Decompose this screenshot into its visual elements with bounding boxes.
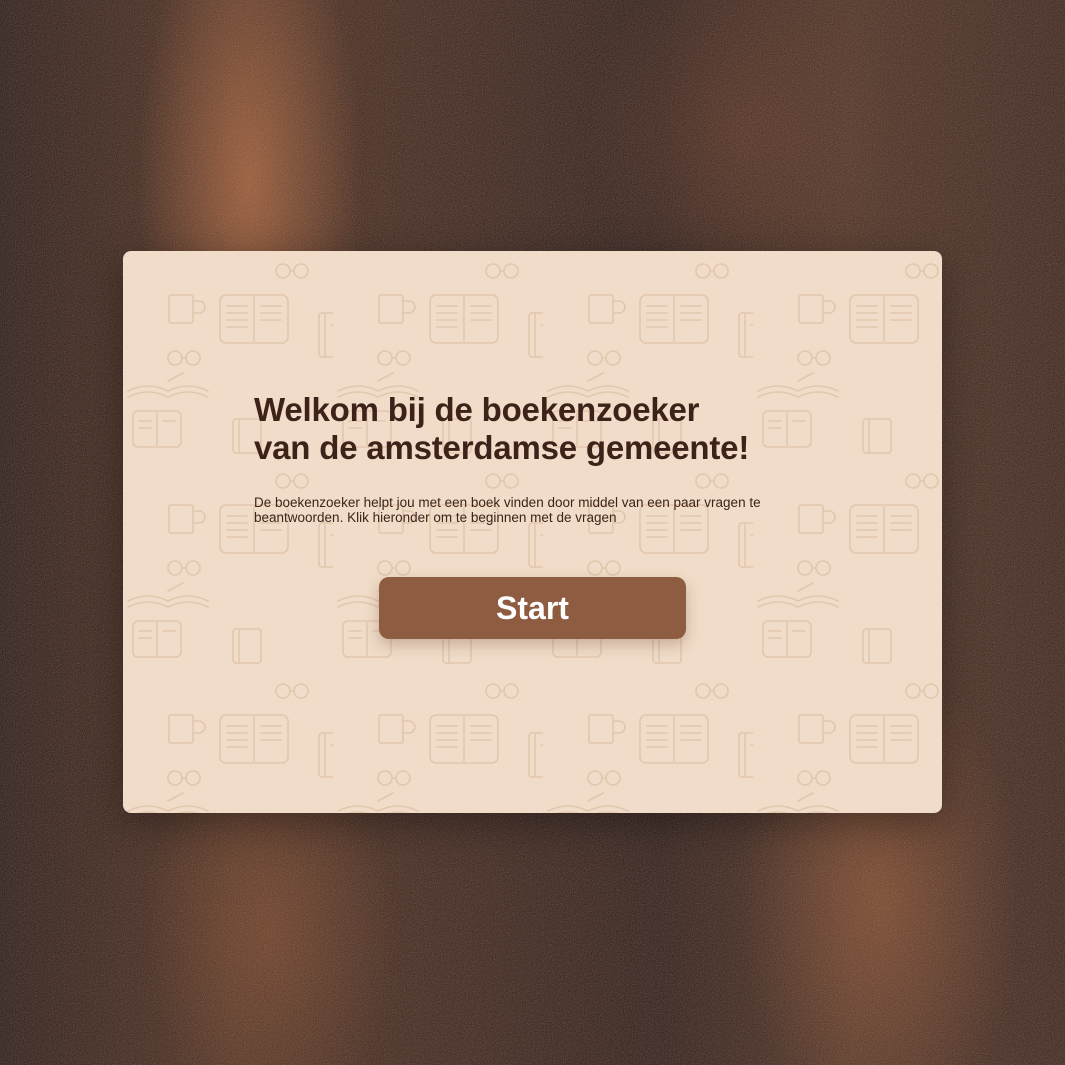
welcome-title-line-1: Welkom bij de boekenzoeker: [254, 391, 700, 428]
book-pattern-background: [123, 251, 942, 813]
welcome-card: Welkom bij de boekenzoeker van de amster…: [123, 251, 942, 813]
welcome-content: Welkom bij de boekenzoeker van de amster…: [254, 391, 854, 525]
start-button[interactable]: Start: [379, 577, 686, 639]
welcome-description: De boekenzoeker helpt jou met een boek v…: [254, 495, 761, 525]
welcome-title-line-2: van de amsterdamse gemeente!: [254, 429, 750, 466]
welcome-title: Welkom bij de boekenzoeker van de amster…: [254, 391, 854, 467]
